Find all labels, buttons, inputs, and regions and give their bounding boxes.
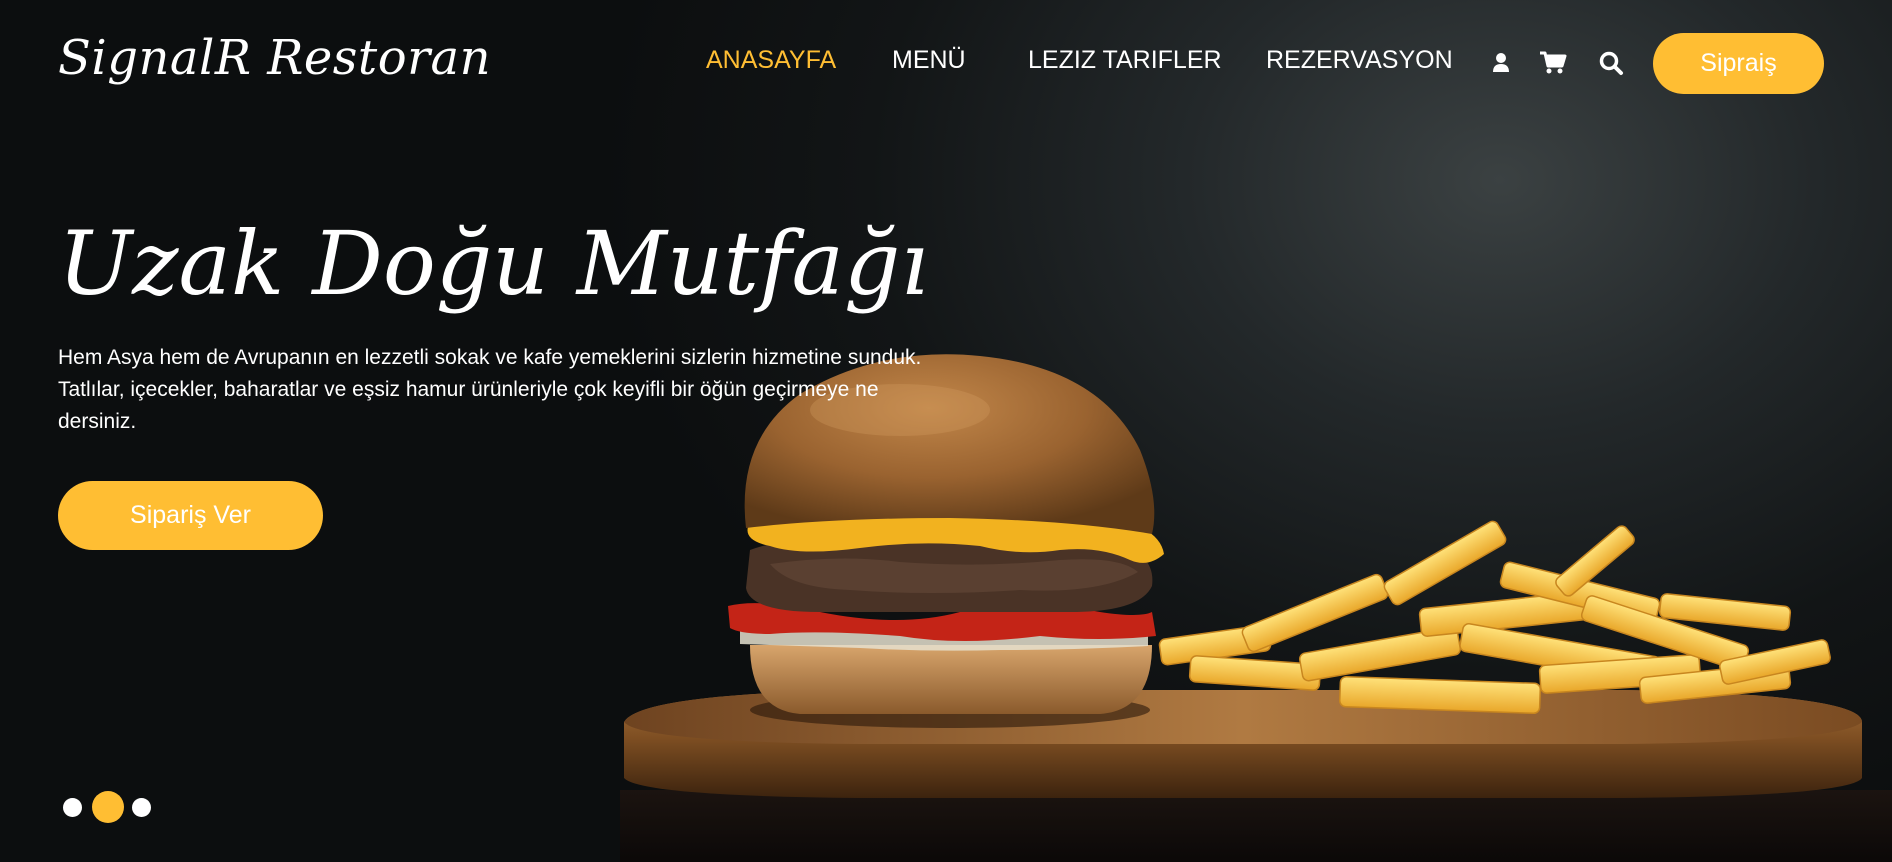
slider-dot[interactable]	[63, 798, 82, 817]
nav-item-home[interactable]: ANASAYFA	[706, 46, 836, 75]
nav-item-menu[interactable]: MENÜ	[892, 46, 966, 75]
nav-item-reservation[interactable]: REZERVASYON	[1266, 46, 1453, 75]
order-button[interactable]: Sipraiş	[1653, 33, 1824, 94]
slider-dot-active[interactable]	[92, 791, 124, 823]
cart-icon[interactable]	[1538, 48, 1568, 78]
nav-item-recipes[interactable]: LEZIZ TARIFLER	[1028, 46, 1222, 75]
order-now-button[interactable]: Sipariş Ver	[58, 481, 323, 550]
search-icon[interactable]	[1596, 48, 1626, 78]
user-icon[interactable]	[1486, 48, 1516, 78]
site-header: SignalR Restoran ANASAYFA MENÜ LEZIZ TAR…	[0, 0, 1892, 128]
hero-title: Uzak Doğu Mutfağı	[58, 212, 929, 315]
hero-section: SignalR Restoran ANASAYFA MENÜ LEZIZ TAR…	[0, 0, 1892, 862]
slider-dot[interactable]	[132, 798, 151, 817]
hero-description: Hem Asya hem de Avrupanın en lezzetli so…	[58, 346, 922, 433]
